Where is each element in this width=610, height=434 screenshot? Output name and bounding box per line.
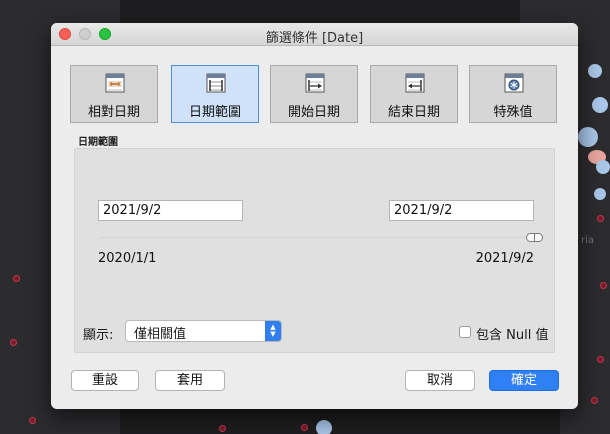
mode-relative-date-button[interactable]: 相對日期 bbox=[70, 65, 158, 123]
calendar-special-icon bbox=[504, 73, 524, 93]
mode-start-date-button[interactable]: 開始日期 bbox=[270, 65, 358, 123]
apply-button[interactable]: 套用 bbox=[155, 370, 225, 391]
mode-date-range-button[interactable]: 日期範圍 bbox=[171, 65, 259, 123]
mode-date-range-label: 日期範圍 bbox=[188, 105, 241, 120]
reset-button[interactable]: 重設 bbox=[71, 370, 139, 391]
calendar-end-icon bbox=[405, 73, 425, 93]
include-null-checkbox[interactable] bbox=[459, 326, 471, 338]
filter-dialog: 篩選條件 [Date] 相對日期 日期範圍 開始日期 結束日期 特殊值 日期範圍… bbox=[51, 23, 578, 409]
date-range-slider-handle[interactable] bbox=[526, 233, 543, 242]
date-range-panel: 2020/1/1 2021/9/2 顯示: 僅相關值 ▲▼ 包含 Null 值 bbox=[74, 148, 555, 353]
mode-special-values-button[interactable]: 特殊值 bbox=[469, 65, 557, 123]
include-null-label: 包含 Null 值 bbox=[476, 328, 549, 343]
select-arrows-icon: ▲ ▼ bbox=[265, 321, 281, 341]
show-values-selected: 僅相關值 bbox=[134, 327, 187, 342]
start-date-input[interactable] bbox=[98, 200, 243, 221]
calendar-start-icon bbox=[305, 73, 325, 93]
mode-special-values-label: 特殊值 bbox=[493, 105, 533, 120]
range-max-label: 2021/9/2 bbox=[475, 251, 534, 266]
map-label: ria bbox=[581, 235, 595, 246]
mode-start-date-label: 開始日期 bbox=[287, 105, 340, 120]
ok-button[interactable]: 確定 bbox=[489, 370, 559, 391]
window-title: 篩選條件 [Date] bbox=[265, 31, 364, 46]
end-date-input[interactable] bbox=[389, 200, 534, 221]
mode-relative-date-label: 相對日期 bbox=[87, 105, 140, 120]
mode-end-date-button[interactable]: 結束日期 bbox=[370, 65, 458, 123]
show-label: 顯示: bbox=[83, 328, 114, 343]
title-bar: 篩選條件 [Date] bbox=[51, 23, 578, 46]
range-min-label: 2020/1/1 bbox=[98, 251, 157, 266]
show-values-select[interactable]: 僅相關值 ▲ ▼ bbox=[125, 320, 282, 342]
section-label: 日期範圍 bbox=[78, 137, 118, 148]
cancel-button[interactable]: 取消 bbox=[405, 370, 475, 391]
mode-end-date-label: 結束日期 bbox=[387, 105, 440, 120]
calendar-relative-icon bbox=[105, 73, 125, 93]
date-range-slider-track[interactable] bbox=[99, 237, 544, 238]
calendar-range-icon bbox=[206, 73, 226, 93]
